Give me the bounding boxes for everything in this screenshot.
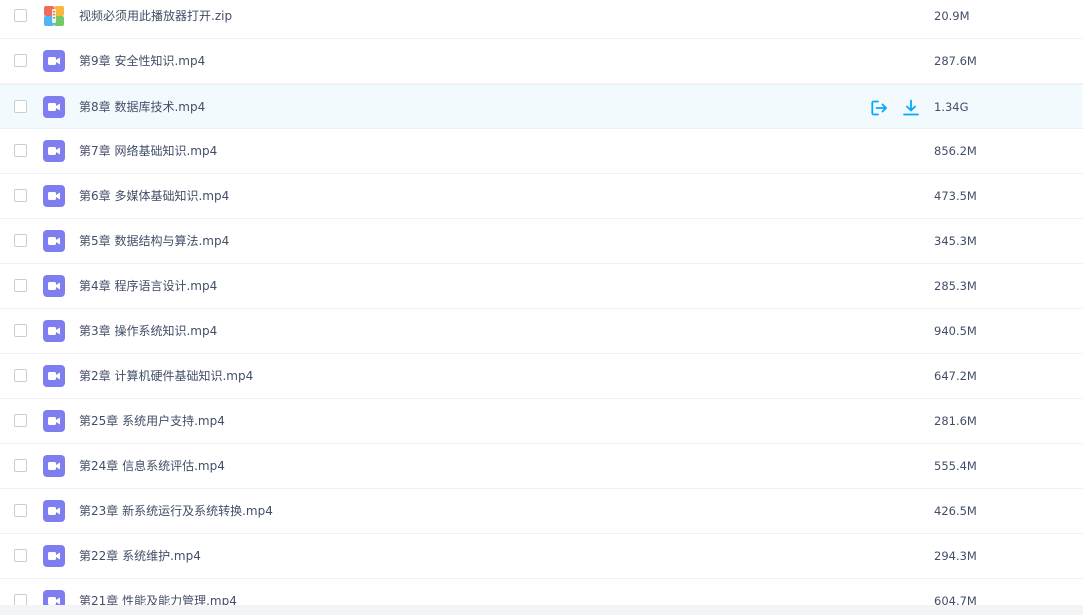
- file-size: 555.4M: [934, 459, 977, 473]
- row-checkbox[interactable]: [14, 234, 27, 247]
- video-file-icon: [43, 275, 65, 297]
- share-export-icon[interactable]: [870, 99, 888, 117]
- row-checkbox[interactable]: [14, 189, 27, 202]
- video-file-icon: [43, 410, 65, 432]
- row-checkbox[interactable]: [14, 504, 27, 517]
- file-row[interactable]: 第23章 新系统运行及系统转换.mp4 426.5M: [0, 489, 1083, 534]
- file-size: 473.5M: [934, 189, 977, 203]
- file-size: 856.2M: [934, 144, 977, 158]
- video-file-icon: [43, 455, 65, 477]
- video-file-icon: [43, 140, 65, 162]
- file-name[interactable]: 第25章 系统用户支持.mp4: [79, 413, 225, 429]
- zip-archive-icon: [44, 6, 64, 26]
- file-row[interactable]: 第6章 多媒体基础知识.mp4 473.5M: [0, 174, 1083, 219]
- file-size: 285.3M: [934, 279, 977, 293]
- row-checkbox[interactable]: [14, 54, 27, 67]
- file-row[interactable]: 第25章 系统用户支持.mp4 281.6M: [0, 399, 1083, 444]
- file-size: 647.2M: [934, 369, 977, 383]
- file-size: 294.3M: [934, 549, 977, 563]
- video-file-icon: [43, 50, 65, 72]
- row-checkbox[interactable]: [14, 324, 27, 337]
- file-name[interactable]: 第22章 系统维护.mp4: [79, 548, 201, 564]
- file-row[interactable]: 第9章 安全性知识.mp4 287.6M: [0, 39, 1083, 84]
- file-row[interactable]: 第22章 系统维护.mp4 294.3M: [0, 534, 1083, 579]
- file-row[interactable]: 第5章 数据结构与算法.mp4 345.3M: [0, 219, 1083, 264]
- file-name[interactable]: 第4章 程序语言设计.mp4: [79, 278, 217, 294]
- file-name[interactable]: 视频必须用此播放器打开.zip: [79, 8, 232, 24]
- file-name[interactable]: 第23章 新系统运行及系统转换.mp4: [79, 503, 273, 519]
- file-size: 940.5M: [934, 324, 977, 338]
- file-name[interactable]: 第6章 多媒体基础知识.mp4: [79, 188, 229, 204]
- file-size: 426.5M: [934, 504, 977, 518]
- video-file-icon: [43, 96, 65, 118]
- file-row[interactable]: 第2章 计算机硬件基础知识.mp4 647.2M: [0, 354, 1083, 399]
- file-list: 视频必须用此播放器打开.zip 20.9M 第9章 安全性知识.mp4 287.…: [0, 0, 1083, 615]
- file-name[interactable]: 第9章 安全性知识.mp4: [79, 53, 205, 69]
- video-file-icon: [43, 230, 65, 252]
- file-row-hovered[interactable]: 第8章 数据库技术.mp4 1.34G: [0, 84, 1083, 129]
- file-row[interactable]: 第3章 操作系统知识.mp4 940.5M: [0, 309, 1083, 354]
- file-name[interactable]: 第24章 信息系统评估.mp4: [79, 458, 225, 474]
- row-checkbox[interactable]: [14, 100, 27, 113]
- row-checkbox[interactable]: [14, 279, 27, 292]
- bottom-scroll-bar: [0, 605, 1083, 615]
- file-size: 345.3M: [934, 234, 977, 248]
- video-file-icon: [43, 545, 65, 567]
- download-icon[interactable]: [902, 99, 920, 117]
- file-size: 20.9M: [934, 9, 970, 23]
- file-size: 287.6M: [934, 54, 977, 68]
- video-file-icon: [43, 320, 65, 342]
- video-file-icon: [43, 365, 65, 387]
- row-checkbox[interactable]: [14, 459, 27, 472]
- video-file-icon: [43, 185, 65, 207]
- file-row[interactable]: 第24章 信息系统评估.mp4 555.4M: [0, 444, 1083, 489]
- row-checkbox[interactable]: [14, 414, 27, 427]
- row-checkbox[interactable]: [14, 144, 27, 157]
- file-size: 1.34G: [934, 100, 969, 114]
- row-checkbox[interactable]: [14, 549, 27, 562]
- file-name[interactable]: 第7章 网络基础知识.mp4: [79, 143, 217, 159]
- row-checkbox[interactable]: [14, 9, 27, 22]
- file-size: 281.6M: [934, 414, 977, 428]
- file-name[interactable]: 第8章 数据库技术.mp4: [79, 99, 205, 115]
- file-row[interactable]: 第7章 网络基础知识.mp4 856.2M: [0, 129, 1083, 174]
- file-name[interactable]: 第5章 数据结构与算法.mp4: [79, 233, 229, 249]
- file-name[interactable]: 第3章 操作系统知识.mp4: [79, 323, 217, 339]
- file-name[interactable]: 第2章 计算机硬件基础知识.mp4: [79, 368, 253, 384]
- file-row[interactable]: 视频必须用此播放器打开.zip 20.9M: [0, 0, 1083, 39]
- row-checkbox[interactable]: [14, 369, 27, 382]
- video-file-icon: [43, 500, 65, 522]
- file-row[interactable]: 第4章 程序语言设计.mp4 285.3M: [0, 264, 1083, 309]
